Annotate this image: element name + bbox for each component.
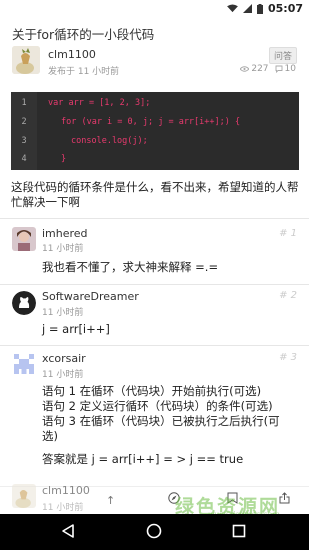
avatar[interactable] [12, 46, 40, 74]
question-header: clm1100 发布于 11 小时前 问答 227 10 [0, 44, 309, 78]
answer-number: # 1 [279, 228, 297, 239]
avatar[interactable] [12, 352, 36, 376]
question-stats: 227 10 [240, 64, 296, 74]
signal-icon [242, 4, 252, 13]
comments-stat: 10 [275, 64, 296, 74]
answer-body: 我也看不懂了，求大神来解释 =.= [42, 260, 219, 274]
answer-author[interactable]: SoftwareDreamer [42, 290, 139, 303]
question-author[interactable]: clm1100 [48, 48, 96, 61]
code-line: for (var i = 0, j; j = arr[i++];) { [61, 117, 241, 127]
divider [0, 218, 309, 219]
toolbar-author[interactable]: clm1100 [42, 484, 90, 497]
home-icon[interactable] [146, 523, 162, 539]
answer-body-line: 语句 1 在循环（代码块）开始前执行(可选) [42, 384, 262, 398]
code-line-number: 4 [21, 154, 27, 164]
toolbar-time: 11 小时前 [42, 503, 84, 513]
comments-count: 10 [284, 64, 296, 74]
answer-body-line: 语句 3 在循环（代码块）已被执行之后执行(可 [42, 414, 280, 428]
code-line-number: 2 [21, 117, 27, 127]
code-block: 1 2 3 4 var arr = [1, 2, 3]; for (var i … [11, 92, 299, 170]
code-line: var arr = [1, 2, 3]; [48, 98, 151, 108]
eye-icon [240, 66, 250, 72]
answer-body-line: 选) [42, 429, 58, 443]
battery-icon [256, 3, 263, 14]
back-icon[interactable] [60, 523, 76, 539]
answer-number: # 2 [279, 290, 297, 301]
recent-apps-icon[interactable] [232, 524, 246, 538]
code-line: } [61, 154, 67, 164]
comment-icon [275, 65, 282, 73]
code-line-number: 1 [21, 98, 27, 108]
identicon-avatar [12, 352, 36, 376]
code-line: console.log(j); [71, 136, 148, 146]
answer-number: # 3 [279, 352, 297, 363]
page-title: 关于for循环的一小段代码 [12, 27, 155, 42]
answer-time: 11 小时前 [42, 370, 84, 380]
answer-body: j = arr[i++] [42, 322, 110, 336]
answer-body-line: 语句 2 定义运行循环（代码块）的条件(可选) [42, 399, 273, 413]
answer-time: 11 小时前 [42, 244, 84, 254]
views-count: 227 [251, 64, 269, 74]
answer-body: 语句 1 在循环（代码块）开始前执行(可选) 语句 2 定义运行循环（代码块）的… [42, 384, 304, 467]
divider [0, 345, 309, 346]
avatar[interactable] [12, 227, 36, 251]
divider [0, 284, 309, 285]
scroll-top-button[interactable]: ↑ [106, 494, 115, 507]
answer-author[interactable]: imhered [42, 227, 88, 240]
code-line-number: 3 [21, 136, 27, 146]
github-icon [12, 291, 36, 315]
answer-conclusion: 答案就是 j = arr[i++] = > j == true [42, 452, 244, 466]
question-tag[interactable]: 问答 [268, 47, 297, 64]
avatar[interactable] [12, 291, 36, 315]
views-stat: 227 [240, 64, 269, 74]
navigation-bar [0, 514, 309, 550]
question-body: 这段代码的循环条件是什么，看不出来，希望知道的人帮忙解决一下啊 [11, 180, 299, 209]
answer-author[interactable]: xcorsair [42, 352, 86, 365]
share-icon[interactable] [279, 492, 290, 504]
answer-time: 11 小时前 [42, 308, 84, 318]
status-time: 05:07 [267, 2, 303, 15]
avatar[interactable] [12, 484, 36, 508]
question-posted-time: 发布于 11 小时前 [48, 67, 120, 77]
status-bar: 05:07 [0, 0, 309, 17]
wifi-icon [227, 4, 238, 13]
